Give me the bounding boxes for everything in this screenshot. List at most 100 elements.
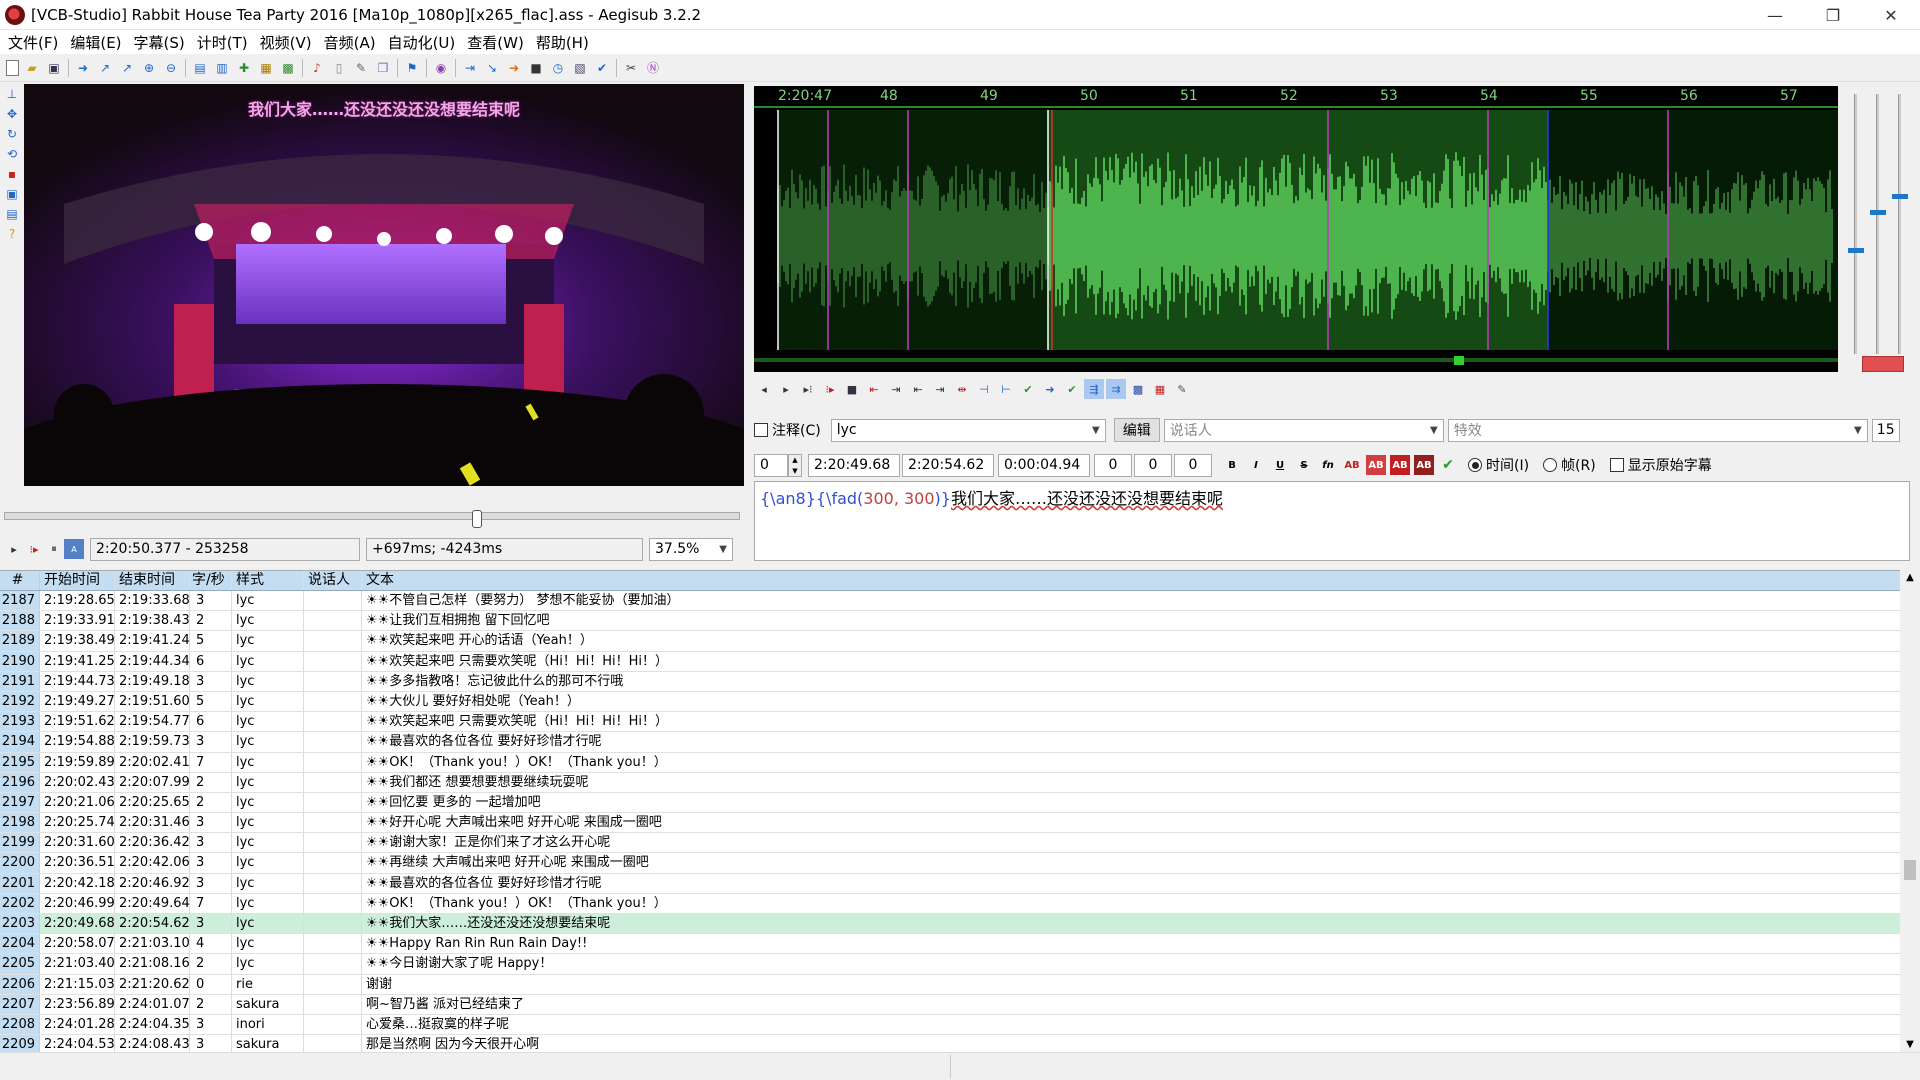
table-row[interactable]: 2190 2:19:41.25 2:19:44.34 6 lyc ☀☀欢笑起来吧 只需要欢…	[0, 651, 1900, 672]
menu-automation[interactable]: 自动化(U)	[384, 32, 464, 53]
video-seek-thumb[interactable]	[472, 510, 482, 528]
col-header-end[interactable]: 结束时间	[115, 571, 190, 590]
automation-icon[interactable]: ♪	[308, 59, 326, 77]
stop-icon[interactable]: ■	[527, 59, 545, 77]
menu-edit[interactable]: 编辑(E)	[66, 32, 129, 53]
table-row[interactable]: 2187 2:19:28.65 2:19:33.68 3 lyc ☀☀不管自己怎样（要努力…	[0, 591, 1900, 612]
commit-check-icon[interactable]: ✔	[1438, 455, 1458, 475]
col-header-start[interactable]: 开始时间	[40, 571, 115, 590]
play-after-icon[interactable]: ⇥	[930, 379, 950, 399]
layer-spin-buttons[interactable]: ▲ ▼	[788, 453, 802, 477]
font-button[interactable]: fn	[1318, 455, 1338, 475]
minimize-button[interactable]: —	[1746, 0, 1804, 30]
zoom-select[interactable]: 37.5% ▼	[649, 537, 733, 561]
play-line-icon[interactable]: ⁝▸	[820, 379, 840, 399]
table-row[interactable]: 2203 2:20:49.68 2:20:54.62 3 lyc ☀☀我们大家……还没还没…	[0, 914, 1900, 935]
help-icon[interactable]: ?	[4, 226, 20, 242]
menu-video[interactable]: 视频(V)	[256, 32, 320, 53]
menu-timing[interactable]: 计时(T)	[193, 32, 256, 53]
table-row[interactable]: 2196 2:20:02.43 2:20:07.99 2 lyc ☀☀我们都还 想要想要想…	[0, 772, 1900, 793]
table-row[interactable]: 2200 2:20:36.51 2:20:42.06 3 lyc ☀☀再继续 大声喊出来吧…	[0, 853, 1900, 874]
underline-button[interactable]: U	[1270, 455, 1290, 475]
menu-view[interactable]: 查看(W)	[463, 32, 532, 53]
frame-mode-radio[interactable]	[1543, 458, 1558, 472]
time-mode-radio[interactable]	[1468, 458, 1482, 472]
menu-help[interactable]: 帮助(H)	[532, 32, 597, 53]
clip-tool-icon[interactable]: ▣	[4, 186, 20, 202]
table-row[interactable]: 2204 2:20:58.07 2:21:03.10 4 lyc ☀☀Happy Ran …	[0, 934, 1900, 955]
play-icon[interactable]: ▸	[4, 539, 24, 559]
play-to-end-icon[interactable]: ⇹	[952, 379, 972, 399]
edit-style-button[interactable]: 编辑	[1113, 418, 1160, 442]
fonts-collector-icon[interactable]: ▦	[257, 59, 275, 77]
secondary-color-icon[interactable]: AB	[1366, 455, 1386, 475]
lead-in-icon[interactable]: ⊣	[974, 379, 994, 399]
col-header-style[interactable]: 样式	[232, 571, 304, 590]
horizontal-zoom-thumb[interactable]	[1848, 248, 1864, 253]
lead-out-icon[interactable]: ⊢	[996, 379, 1016, 399]
jump-start-icon[interactable]: ↗	[96, 59, 114, 77]
find-icon[interactable]: ▯	[330, 59, 348, 77]
table-row[interactable]: 2189 2:19:38.49 2:19:41.24 5 lyc ☀☀欢笑起来吧 开心的话…	[0, 631, 1900, 652]
subtitle-text-editor[interactable]: {\an8}{\fad(300, 300)}我们大家……还没还没还没想要结束呢	[754, 481, 1910, 561]
comment-checkbox[interactable]	[754, 423, 768, 437]
play-before-icon[interactable]: ⇤	[864, 379, 884, 399]
check-icon[interactable]: ✔	[593, 59, 611, 77]
horizontal-zoom-track[interactable]	[1854, 94, 1857, 354]
table-row[interactable]: 2195 2:19:59.89 2:20:02.41 7 lyc ☀☀OK！（Thank …	[0, 752, 1900, 773]
video-seek-bar[interactable]	[4, 512, 740, 520]
table-row[interactable]: 2197 2:20:21.06 2:20:25.65 2 lyc ☀☀回忆要 更多的 一起…	[0, 792, 1900, 814]
standard-tool-icon[interactable]: ⊥	[4, 86, 20, 102]
italic-button[interactable]: I	[1246, 455, 1266, 475]
bold-button[interactable]: B	[1222, 455, 1242, 475]
scale-tool-icon[interactable]: ▪	[4, 166, 20, 182]
scroll-up-icon[interactable]: ▲	[1900, 572, 1920, 583]
table-row[interactable]: 2206 2:21:15.03 2:21:20.62 0 rie 谢谢	[0, 974, 1900, 995]
table-row[interactable]: 2208 2:24:01.28 2:24:04.35 3 inori 心爱桑…挺寂寞的样子…	[0, 1014, 1900, 1036]
table-row[interactable]: 2188 2:19:33.91 2:19:38.43 2 lyc ☀☀让我们互相拥抱 留下…	[0, 611, 1900, 632]
autocommit-icon[interactable]: ✔	[1062, 379, 1082, 399]
table-row[interactable]: 2199 2:20:31.60 2:20:36.42 3 lyc ☀☀谢谢大家！正是你们来…	[0, 833, 1900, 854]
autoscroll-icon[interactable]: A	[64, 539, 84, 559]
zoom-in-icon[interactable]: ⊕	[140, 59, 158, 77]
close-button[interactable]: ✕	[1862, 0, 1920, 30]
margin-vertical-field[interactable]: 0	[1174, 453, 1212, 477]
play-line-icon[interactable]: ⁝▸	[24, 539, 44, 559]
autonext-icon[interactable]: ⇉	[1106, 379, 1126, 399]
scroll-thumb[interactable]	[1904, 860, 1916, 880]
volume-track[interactable]	[1898, 94, 1901, 354]
commit-icon[interactable]: ✔	[1018, 379, 1038, 399]
menu-subtitle[interactable]: 字幕(S)	[130, 32, 193, 53]
rotate-xy-icon[interactable]: ⟲	[4, 146, 20, 162]
table-row[interactable]: 2205 2:21:03.40 2:21:08.16 2 lyc ☀☀今日谢谢大家了呢 H…	[0, 954, 1900, 975]
actor-select[interactable]: 说话人 ▼	[1163, 418, 1444, 442]
duration-field[interactable]: 0:00:04.94	[998, 453, 1090, 477]
play-begin-icon[interactable]: ⇥	[886, 379, 906, 399]
drag-tool-icon[interactable]: ✥	[4, 106, 20, 122]
goto-icon[interactable]: ➜	[1040, 379, 1060, 399]
link-sliders-icon[interactable]	[1862, 356, 1904, 372]
show-original-checkbox[interactable]	[1609, 458, 1624, 472]
new-file-icon[interactable]	[6, 59, 19, 76]
strikeout-button[interactable]: S	[1294, 455, 1314, 475]
table-row[interactable]: 2209 2:24:04.53 2:24:08.43 3 sakura 那是当然啊 因为今…	[0, 1035, 1900, 1052]
margin-left-field[interactable]: 0	[1094, 453, 1132, 477]
zoom-out-icon[interactable]: ⊖	[162, 59, 180, 77]
style-select[interactable]: lyc ▼	[830, 418, 1106, 442]
kanji-timer-icon[interactable]: ⚑	[403, 59, 421, 77]
styling-assistant-icon[interactable]: ▧	[571, 59, 589, 77]
volume-thumb[interactable]	[1892, 194, 1908, 199]
subtitle-grid[interactable]: # 开始时间 结束时间 字/秒 样式 说话人 文本 2187 2:19:28.65…	[0, 570, 1900, 1052]
open-file-icon[interactable]: ▰	[23, 59, 41, 77]
table-row[interactable]: 2191 2:19:44.73 2:19:49.18 3 lyc ☀☀多多指教咯！忘记彼此…	[0, 671, 1900, 692]
input-method-icon[interactable]: Ⓝ	[644, 59, 662, 77]
vertical-zoom-track[interactable]	[1876, 94, 1879, 354]
replace-icon[interactable]: ✎	[352, 59, 370, 77]
menu-file[interactable]: 文件(F)	[4, 32, 66, 53]
stop-icon[interactable]: ⏸	[44, 539, 64, 559]
table-row[interactable]: 2202 2:20:46.99 2:20:49.64 7 lyc ☀☀OK！（Thank …	[0, 893, 1900, 914]
effect-select[interactable]: 特效 ▼	[1447, 418, 1868, 442]
save-file-icon[interactable]: ▣	[45, 59, 63, 77]
karaoke-icon[interactable]: ▦	[1150, 379, 1170, 399]
col-header-text[interactable]: 文本	[362, 571, 1900, 590]
